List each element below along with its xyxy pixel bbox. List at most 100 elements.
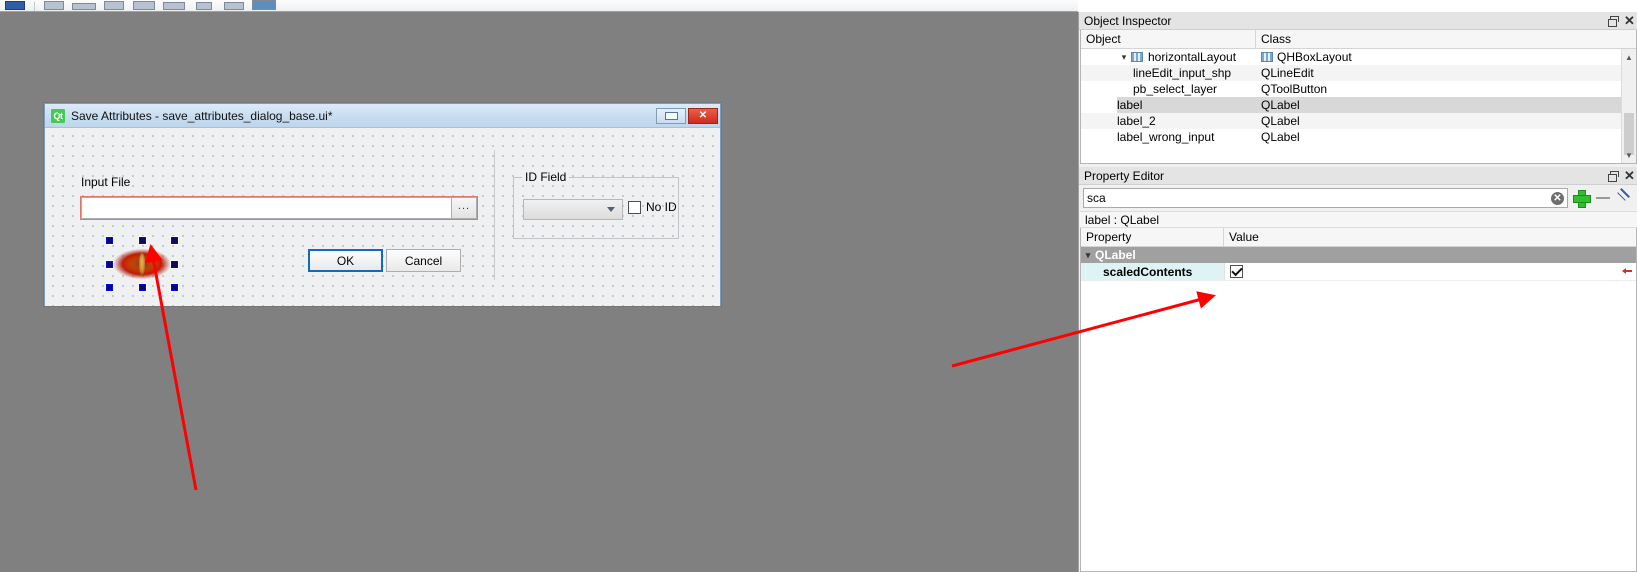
- selected-label-widget[interactable]: [106, 237, 178, 291]
- property-row[interactable]: scaledContents: [1081, 263, 1636, 281]
- cancel-button[interactable]: Cancel: [386, 249, 461, 272]
- add-dynamic-property-icon[interactable]: [1572, 189, 1591, 208]
- object-inspector-titlebar[interactable]: Object Inspector ✕: [1079, 12, 1637, 30]
- layout-splitter-icon[interactable]: [129, 0, 159, 11]
- tree-row-object-cell: label_2: [1081, 113, 1256, 129]
- tree-row-class-cell: QToolButton: [1256, 82, 1636, 96]
- designed-dialog[interactable]: Qt Save Attributes - save_attributes_dia…: [44, 103, 721, 306]
- tree-row-class-label: QHBoxLayout: [1277, 50, 1352, 64]
- id-field-group-title: ID Field: [522, 170, 570, 184]
- float-icon[interactable]: [1604, 167, 1621, 184]
- property-table-header: Property Value: [1081, 228, 1636, 247]
- resize-handle-n[interactable]: [139, 237, 146, 244]
- property-filter-input[interactable]: sca ✕: [1083, 188, 1568, 208]
- chevron-down-icon[interactable]: ▾: [1081, 250, 1095, 261]
- pixmap-eye-image: [109, 240, 175, 288]
- no-id-checkbox-row[interactable]: No ID: [628, 200, 677, 214]
- layout-form-icon[interactable]: [189, 0, 219, 11]
- property-value[interactable]: [1224, 263, 1636, 281]
- no-id-label: No ID: [646, 200, 677, 214]
- remove-dynamic-property-icon[interactable]: [1594, 189, 1612, 207]
- tree-row-class-cell: QLabel: [1256, 130, 1636, 144]
- tree-row-class-cell: QLineEdit: [1256, 66, 1636, 80]
- tree-row-class-label: QLineEdit: [1261, 66, 1314, 80]
- object-inspector-title: Object Inspector: [1084, 13, 1172, 28]
- layout-horizontal-icon[interactable]: [69, 0, 99, 11]
- form-editor-canvas[interactable]: Qt Save Attributes - save_attributes_dia…: [0, 12, 1078, 572]
- resize-handle-se[interactable]: [171, 284, 178, 291]
- column-header-property[interactable]: Property: [1081, 228, 1224, 246]
- tree-row-class-cell: QHBoxLayout: [1256, 50, 1636, 64]
- property-editor-dock: Property Editor ✕ sca ✕ label : QLabel P…: [1079, 167, 1637, 572]
- tree-row[interactable]: label QLabel: [1081, 97, 1636, 113]
- adjust-size-icon[interactable]: [219, 0, 249, 11]
- clear-icon[interactable]: ✕: [1551, 191, 1564, 205]
- resize-handle-nw[interactable]: [106, 237, 113, 244]
- preview-icon[interactable]: [249, 0, 279, 11]
- property-rows: scaledContents: [1081, 263, 1636, 281]
- tree-row[interactable]: ▾ horizontalLayout QHBoxLayout: [1081, 49, 1636, 65]
- signal-mapper-icon[interactable]: [0, 0, 30, 11]
- layout-grid-icon[interactable]: [159, 0, 189, 11]
- scroll-down-icon[interactable]: ▼: [1622, 147, 1636, 163]
- reset-property-icon[interactable]: [1622, 266, 1633, 277]
- property-filter-value: sca: [1087, 191, 1106, 205]
- close-icon[interactable]: ✕: [1621, 12, 1637, 29]
- column-header-class[interactable]: Class: [1256, 30, 1636, 48]
- column-header-object[interactable]: Object: [1081, 30, 1256, 48]
- right-dock-area: Object Inspector ✕ Object Class ▾ horizon…: [1078, 12, 1637, 572]
- input-file-label: Input File: [81, 175, 131, 189]
- tree-row[interactable]: label_2 QLabel: [1081, 113, 1636, 129]
- minimize-button[interactable]: [656, 107, 686, 124]
- input-file-field[interactable]: [81, 197, 451, 219]
- float-icon[interactable]: [1604, 12, 1621, 29]
- resize-handle-w[interactable]: [106, 261, 113, 268]
- qt-logo-icon: Qt: [51, 108, 65, 123]
- toolbar-icon-group: [0, 0, 279, 11]
- break-layout-icon[interactable]: [39, 0, 69, 11]
- property-editor-titlebar[interactable]: Property Editor ✕: [1079, 167, 1637, 185]
- object-inspector-dock: Object Inspector ✕ Object Class ▾ horizon…: [1079, 12, 1637, 164]
- scroll-up-icon[interactable]: ▲: [1622, 49, 1636, 65]
- tree-row-object-cell: label: [1081, 97, 1256, 113]
- chevron-down-icon[interactable]: ▾: [1117, 52, 1131, 63]
- window-buttons: ✕: [656, 107, 718, 124]
- close-button[interactable]: ✕: [688, 107, 718, 124]
- resize-handle-ne[interactable]: [171, 237, 178, 244]
- tree-row-object-cell: ▾ horizontalLayout: [1081, 49, 1256, 65]
- object-inspector-header: Object Class: [1081, 30, 1636, 49]
- id-field-combobox[interactable]: [523, 199, 623, 220]
- tree-row[interactable]: lineEdit_input_shp QLineEdit: [1081, 65, 1636, 81]
- property-editor-toolbar: sca ✕: [1080, 186, 1637, 210]
- property-value-checkbox[interactable]: [1230, 265, 1243, 278]
- tree-row-object-cell: lineEdit_input_shp: [1081, 65, 1256, 81]
- layout-vertical-icon[interactable]: [99, 0, 129, 11]
- resize-handle-s[interactable]: [139, 284, 146, 291]
- tree-row-object-label: label_2: [1117, 114, 1156, 128]
- tree-row-object-label: pb_select_layer: [1133, 82, 1218, 96]
- configure-icon[interactable]: [1616, 189, 1634, 207]
- property-group-row-qlabel[interactable]: ▾ QLabel: [1081, 247, 1636, 263]
- resize-handle-sw[interactable]: [106, 284, 113, 291]
- tree-row-class-label: QLabel: [1261, 114, 1300, 128]
- dialog-title: Save Attributes - save_attributes_dialog…: [71, 108, 333, 123]
- resize-handle-e[interactable]: [171, 261, 178, 268]
- dialog-form-area[interactable]: Input File ... ID Field No ID OK Cancel: [45, 128, 720, 306]
- tree-row-object-label: lineEdit_input_shp: [1133, 66, 1232, 80]
- layout-icon: [1261, 52, 1273, 62]
- object-inspector-scrollbar[interactable]: ▲ ▼: [1621, 49, 1636, 163]
- object-inspector-tree[interactable]: Object Class ▾ horizontalLayout QHBoxLayou…: [1080, 30, 1637, 164]
- browse-button[interactable]: ...: [451, 197, 477, 219]
- tree-row[interactable]: label_wrong_input QLabel: [1081, 129, 1636, 145]
- property-table[interactable]: Property Value ▾ QLabel scaledContents: [1080, 228, 1637, 572]
- tree-row-object-label: label_wrong_input: [1117, 130, 1215, 144]
- property-editor-object-line: label : QLabel: [1080, 211, 1637, 228]
- column-header-value[interactable]: Value: [1224, 228, 1636, 246]
- tree-row-class-label: QToolButton: [1261, 82, 1328, 96]
- dialog-titlebar[interactable]: Qt Save Attributes - save_attributes_dia…: [45, 104, 720, 128]
- close-icon[interactable]: ✕: [1621, 167, 1637, 184]
- ok-button[interactable]: OK: [308, 249, 383, 272]
- tree-row[interactable]: pb_select_layer QToolButton: [1081, 81, 1636, 97]
- no-id-checkbox[interactable]: [628, 200, 641, 214]
- main-toolbar[interactable]: [0, 0, 1078, 12]
